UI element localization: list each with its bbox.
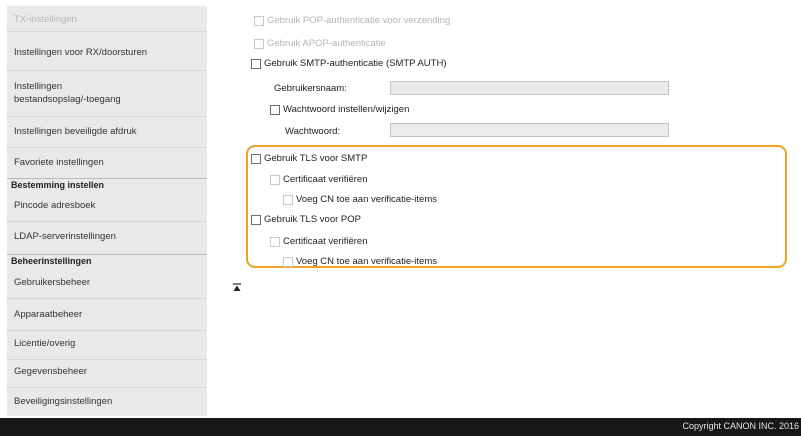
sidebar-item-tx-settings[interactable]: TX-instellingen (7, 12, 207, 26)
pop-auth-before-send-option[interactable]: Gebruik POP-authenticatie voor verzendin… (254, 15, 450, 26)
sidebar-item-address-pin[interactable]: Pincode adresboek (7, 197, 207, 213)
password-label: Wachtwoord: (285, 126, 341, 137)
verify-cert-smtp-checkbox[interactable] (270, 174, 280, 185)
divider (7, 70, 207, 71)
tls-pop-checkbox[interactable] (251, 214, 261, 225)
back-to-top-icon[interactable] (232, 283, 242, 293)
copyright-text: Copyright CANON INC. 2016 (682, 421, 799, 431)
add-cn-pop-option[interactable]: Voeg CN toe aan verificatie-items (283, 256, 437, 267)
apop-auth-checkbox[interactable] (254, 38, 264, 49)
sidebar-item-rx-forward[interactable]: Instellingen voor RX/doorsturen (7, 44, 207, 60)
set-change-password-checkbox[interactable] (270, 104, 280, 115)
smtp-auth-option[interactable]: Gebruik SMTP-authenticatie (SMTP AUTH) (251, 58, 447, 69)
sidebar-item-ldap[interactable]: LDAP-serverinstellingen (7, 228, 207, 244)
sidebar-item-user-management[interactable]: Gebruikersbeheer (7, 274, 207, 290)
verify-cert-smtp-option[interactable]: Certificaat verifiëren (270, 174, 367, 185)
sidebar-item-data-management[interactable]: Gegevensbeheer (7, 363, 207, 379)
sidebar-header-destination: Bestemming instellen (7, 178, 207, 191)
divider (7, 387, 207, 388)
verify-cert-pop-option[interactable]: Certificaat verifiëren (270, 236, 367, 247)
tls-smtp-checkbox[interactable] (251, 153, 261, 164)
username-input[interactable] (390, 81, 669, 95)
username-label: Gebruikersnaam: (274, 83, 347, 94)
set-change-password-option[interactable]: Wachtwoord instellen/wijzigen (270, 104, 409, 115)
divider (7, 221, 207, 222)
add-cn-smtp-checkbox[interactable] (283, 194, 293, 205)
pop-auth-before-send-checkbox[interactable] (254, 15, 264, 26)
sidebar-item-device-management[interactable]: Apparaatbeheer (7, 306, 207, 322)
password-input[interactable] (390, 123, 669, 137)
sidebar-nav: TX-instellingen Instellingen voor RX/doo… (7, 6, 207, 416)
tls-smtp-option[interactable]: Gebruik TLS voor SMTP (251, 153, 367, 164)
sidebar-item-file-storage[interactable]: Instellingen bestandsopslag/-toegang (7, 78, 207, 108)
divider (7, 359, 207, 360)
sidebar-item-secure-print[interactable]: Instellingen beveiligde afdruk (7, 123, 207, 139)
divider (7, 298, 207, 299)
smtp-auth-checkbox[interactable] (251, 58, 261, 69)
divider (7, 116, 207, 117)
sidebar-item-security[interactable]: Beveiligingsinstellingen (7, 393, 207, 409)
sidebar-item-favorites[interactable]: Favoriete instellingen (7, 154, 207, 170)
divider (7, 330, 207, 331)
add-cn-smtp-option[interactable]: Voeg CN toe aan verificatie-items (283, 194, 437, 205)
footer: Copyright CANON INC. 2016 (0, 418, 801, 436)
tls-pop-option[interactable]: Gebruik TLS voor POP (251, 214, 361, 225)
verify-cert-pop-checkbox[interactable] (270, 236, 280, 247)
sidebar-item-license[interactable]: Licentie/overig (7, 335, 207, 351)
divider (7, 31, 207, 32)
apop-auth-option[interactable]: Gebruik APOP-authenticatie (254, 38, 386, 49)
add-cn-pop-checkbox[interactable] (283, 256, 293, 267)
divider (7, 147, 207, 148)
sidebar-header-management: Beheerinstellingen (7, 254, 207, 267)
